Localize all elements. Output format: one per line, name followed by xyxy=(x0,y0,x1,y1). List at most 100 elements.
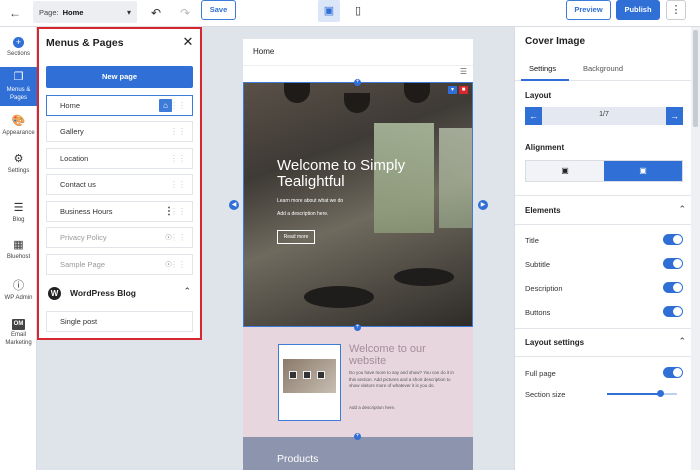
page-item-label: Home xyxy=(60,101,81,110)
welcome-title[interactable]: Welcome to our website xyxy=(349,343,459,367)
chevron-down-icon[interactable]: ▾ xyxy=(448,86,457,94)
page-item-home[interactable]: Home ⌂ ⋮⋮ xyxy=(46,95,193,116)
close-icon[interactable]: ✕ xyxy=(181,34,195,50)
next-layout-arrow-icon[interactable]: ▶ xyxy=(478,200,488,210)
desktop-view-icon[interactable]: ▣ xyxy=(318,0,340,22)
rail-item-bluehost[interactable]: ▦ Bluehost xyxy=(0,238,37,266)
settings-panel-title: Cover Image xyxy=(525,36,586,47)
drag-handle-icon[interactable]: ⋮⋮ xyxy=(170,228,186,247)
align-left-icon[interactable]: ▣ xyxy=(526,161,604,181)
description-toggle[interactable] xyxy=(663,282,683,293)
tab-settings[interactable]: Settings xyxy=(529,64,556,73)
page-item-contact-us[interactable]: Contact us ⋮⋮ xyxy=(46,174,193,195)
subtitle-toggle[interactable] xyxy=(663,258,683,269)
rail-item-email-marketing[interactable]: OM Email Marketing xyxy=(0,315,37,351)
drag-handle-icon[interactable]: ⋮⋮ xyxy=(170,175,186,194)
new-page-button[interactable]: New page xyxy=(46,66,193,88)
site-preview: Home ☰ Welcome to Simply Tealightful Lea… xyxy=(243,39,473,470)
page-item-gallery[interactable]: Gallery ⋮⋮ xyxy=(46,121,193,142)
redo-icon[interactable]: ↷ xyxy=(177,5,193,21)
publish-button[interactable]: Publish xyxy=(616,0,660,20)
hero-read-more-button[interactable]: Read more xyxy=(277,230,315,244)
drag-handle-icon[interactable]: ⋮⋮ xyxy=(170,122,186,141)
layout-settings-heading[interactable]: Layout settings xyxy=(525,338,584,347)
settings-panel: Cover Image Settings Background Layout 1… xyxy=(514,27,700,470)
hero-description[interactable]: Add a description here. xyxy=(277,211,328,217)
mobile-view-icon[interactable]: ▯ xyxy=(348,0,368,22)
welcome-description[interactable]: Add a description here. xyxy=(349,405,395,410)
rail-item-appearance[interactable]: 🎨 Appearance xyxy=(0,114,37,142)
undo-icon[interactable]: ↶ xyxy=(148,5,164,21)
add-section-icon[interactable]: + xyxy=(354,433,361,440)
element-row-subtitle: Subtitle xyxy=(525,258,683,272)
hamburger-menu-icon[interactable]: ☰ xyxy=(460,67,467,76)
save-button[interactable]: Save xyxy=(201,0,236,20)
page-item-privacy-policy[interactable]: Privacy Policy ☉ ⋮⋮ xyxy=(46,227,193,248)
drag-handle-icon[interactable]: ⋮⋮ xyxy=(170,96,186,115)
site-nav-home[interactable]: Home xyxy=(253,47,274,56)
photo-thumb xyxy=(303,371,311,379)
section-size-slider-thumb[interactable] xyxy=(656,390,664,397)
drag-handle-icon[interactable]: ⋮⋮ xyxy=(170,202,186,221)
page-item-business-hours[interactable]: Business Hours ⋮ ⋮⋮ xyxy=(46,201,193,222)
arrow-right-icon[interactable]: → xyxy=(666,107,683,125)
site-header[interactable]: Home xyxy=(243,39,473,66)
welcome-body[interactable]: Do you have more to say and show? You ca… xyxy=(349,370,459,390)
title-toggle[interactable] xyxy=(663,234,683,245)
page-item-sample-page[interactable]: Sample Page ☉ ⋮⋮ xyxy=(46,254,193,275)
wordpress-blog-header[interactable]: W WordPress Blog ⌃ xyxy=(46,285,193,305)
buttons-toggle[interactable] xyxy=(663,306,683,317)
chevron-up-icon[interactable]: ⌃ xyxy=(183,286,191,297)
prev-layout-arrow-icon[interactable]: ◀ xyxy=(229,200,239,210)
trash-icon[interactable]: ■ xyxy=(459,86,468,94)
wordpress-icon: ⓘ xyxy=(13,280,24,292)
page-selector[interactable]: Page: Home ▾ xyxy=(33,1,137,23)
welcome-section[interactable]: Welcome to our website Do you have more … xyxy=(243,327,473,437)
photo-thumb xyxy=(289,371,297,379)
align-right-icon[interactable]: ▣ xyxy=(604,161,682,181)
rail-item-blog[interactable]: ☰ Blog xyxy=(0,201,37,229)
page-item-single-post[interactable]: Single post xyxy=(46,311,193,332)
chevron-up-icon[interactable]: ⌃ xyxy=(678,204,686,215)
layout-stepper: 1/7 ← → xyxy=(525,107,683,125)
page-item-label: Gallery xyxy=(60,127,84,136)
rail-item-settings[interactable]: ⚙ Settings xyxy=(0,152,37,180)
rail-item-sections[interactable]: + Sections xyxy=(0,35,37,67)
rail-item-wp-admin[interactable]: ⓘ WP Admin xyxy=(0,279,37,307)
full-page-toggle[interactable] xyxy=(663,367,683,378)
cover-image-section[interactable]: Welcome to Simply Tealightful Learn more… xyxy=(243,82,473,327)
rail-label-blog: Blog xyxy=(12,217,25,223)
products-title[interactable]: Products xyxy=(277,453,318,465)
back-arrow-icon[interactable]: ← xyxy=(6,4,24,22)
drag-handle-icon[interactable]: ⋮⋮ xyxy=(170,255,186,274)
add-section-icon[interactable]: + xyxy=(354,324,361,331)
rail-item-menus-pages[interactable]: ❐ Menus & Pages xyxy=(0,67,37,106)
element-row-title: Title xyxy=(525,234,683,248)
add-section-icon[interactable]: + xyxy=(354,79,361,86)
element-label: Title xyxy=(525,236,539,245)
element-row-description: Description xyxy=(525,282,683,296)
elements-heading[interactable]: Elements xyxy=(525,206,561,215)
palette-icon: 🎨 xyxy=(11,115,26,127)
products-section[interactable]: Products xyxy=(243,437,473,470)
tab-background[interactable]: Background xyxy=(583,64,623,73)
section-size-slider[interactable] xyxy=(607,393,660,395)
hero-subtitle[interactable]: Learn more about what we do xyxy=(277,198,343,204)
hero-title[interactable]: Welcome to Simply Tealightful xyxy=(277,158,437,190)
welcome-image[interactable] xyxy=(278,344,341,421)
preview-button[interactable]: Preview xyxy=(566,0,611,20)
chevron-up-icon[interactable]: ⌃ xyxy=(678,336,686,347)
arrow-left-icon[interactable]: ← xyxy=(525,107,542,125)
layout-value: 1/7 xyxy=(599,111,609,118)
rail-label-marketing: Marketing xyxy=(5,340,32,346)
page-item-label: Privacy Policy xyxy=(60,233,107,242)
drag-handle-icon[interactable]: ⋮⋮ xyxy=(170,149,186,168)
alignment-toggle: ▣ ▣ xyxy=(525,160,683,182)
more-options-icon[interactable]: ⋮ xyxy=(666,0,686,20)
image-placeholder xyxy=(283,359,336,393)
element-label: Subtitle xyxy=(525,260,551,269)
settings-scrollbar-thumb[interactable] xyxy=(693,30,698,127)
top-bar: ← Page: Home ▾ ↶ ↷ Save ▣ ▯ Preview Publ… xyxy=(0,0,700,27)
layout-label: Layout xyxy=(525,91,552,100)
page-item-location[interactable]: Location ⋮⋮ xyxy=(46,148,193,169)
